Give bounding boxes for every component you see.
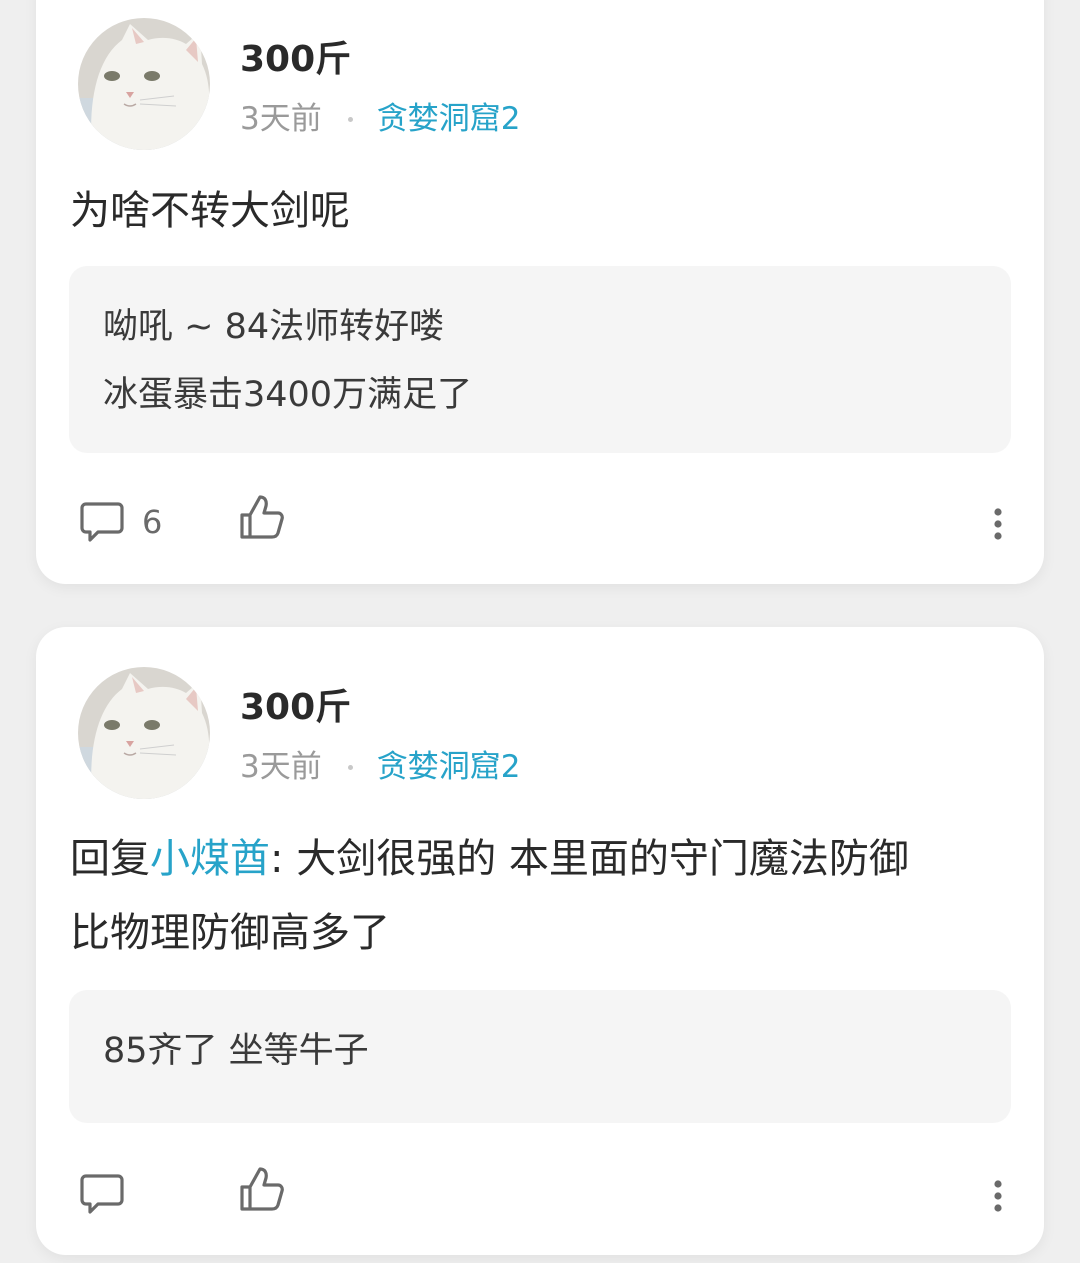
white-cat-avatar-icon xyxy=(78,18,210,150)
reply-mention-link[interactable]: 小煤酋 xyxy=(150,836,270,882)
quoted-line: 85齐了 坐等牛子 xyxy=(103,1031,369,1071)
avatar[interactable] xyxy=(78,667,210,799)
post-body-line: 回复小煤酋: 大剑很强的 本里面的守门魔法防御 xyxy=(70,822,1010,896)
comment-bubble-icon xyxy=(78,1170,126,1218)
quoted-line: 冰蛋暴击3400万满足了 xyxy=(103,375,473,415)
meta-separator-dot xyxy=(347,117,353,122)
like-button[interactable] xyxy=(238,493,286,545)
like-button[interactable] xyxy=(238,1165,286,1217)
more-options-button[interactable] xyxy=(992,1178,1004,1218)
post-time: 3天前 xyxy=(240,749,322,785)
avatar[interactable] xyxy=(78,18,210,150)
meta-separator-dot xyxy=(347,765,353,770)
quoted-post[interactable]: 呦吼 ~ 84法师转好喽 冰蛋暴击3400万满足了 xyxy=(69,266,1011,453)
post-body: 为啥不转大剑呢 xyxy=(70,188,350,234)
post-meta: 3天前 贪婪洞窟2 xyxy=(240,104,520,135)
reply-separator: : xyxy=(270,836,297,882)
reply-text: 大剑很强的 本里面的守门魔法防御 xyxy=(296,836,909,882)
post-card[interactable]: 300斤 3天前 贪婪洞窟2 回复小煤酋: 大剑很强的 本里面的守门魔法防御 比… xyxy=(36,627,1044,1255)
post-actions xyxy=(36,1162,1044,1222)
username[interactable]: 300斤 xyxy=(240,690,351,726)
comment-button[interactable]: 6 xyxy=(78,498,162,546)
post-time: 3天前 xyxy=(240,101,322,137)
post-actions: 6 xyxy=(36,490,1044,550)
comment-bubble-icon xyxy=(78,498,126,546)
more-vertical-icon xyxy=(992,1178,1004,1214)
white-cat-avatar-icon xyxy=(78,667,210,799)
reply-prefix: 回复 xyxy=(70,836,150,882)
more-options-button[interactable] xyxy=(992,506,1004,546)
post-meta: 3天前 贪婪洞窟2 xyxy=(240,752,520,783)
more-vertical-icon xyxy=(992,506,1004,542)
comment-count: 6 xyxy=(142,503,163,541)
group-link[interactable]: 贪婪洞窟2 xyxy=(377,104,521,135)
post-card[interactable]: 300斤 3天前 贪婪洞窟2 为啥不转大剑呢 呦吼 ~ 84法师转好喽 冰蛋暴击… xyxy=(36,0,1044,584)
thumbs-up-icon xyxy=(238,493,286,541)
quoted-line: 呦吼 ~ 84法师转好喽 xyxy=(103,307,445,347)
thumbs-up-icon xyxy=(238,1165,286,1213)
quoted-post[interactable]: 85齐了 坐等牛子 xyxy=(69,990,1011,1123)
username[interactable]: 300斤 xyxy=(240,42,351,78)
group-link[interactable]: 贪婪洞窟2 xyxy=(377,752,521,783)
post-body-line: 比物理防御高多了 xyxy=(70,910,390,956)
comment-button[interactable] xyxy=(78,1170,126,1218)
post-body: 回复小煤酋: 大剑很强的 本里面的守门魔法防御 比物理防御高多了 xyxy=(70,822,1010,970)
